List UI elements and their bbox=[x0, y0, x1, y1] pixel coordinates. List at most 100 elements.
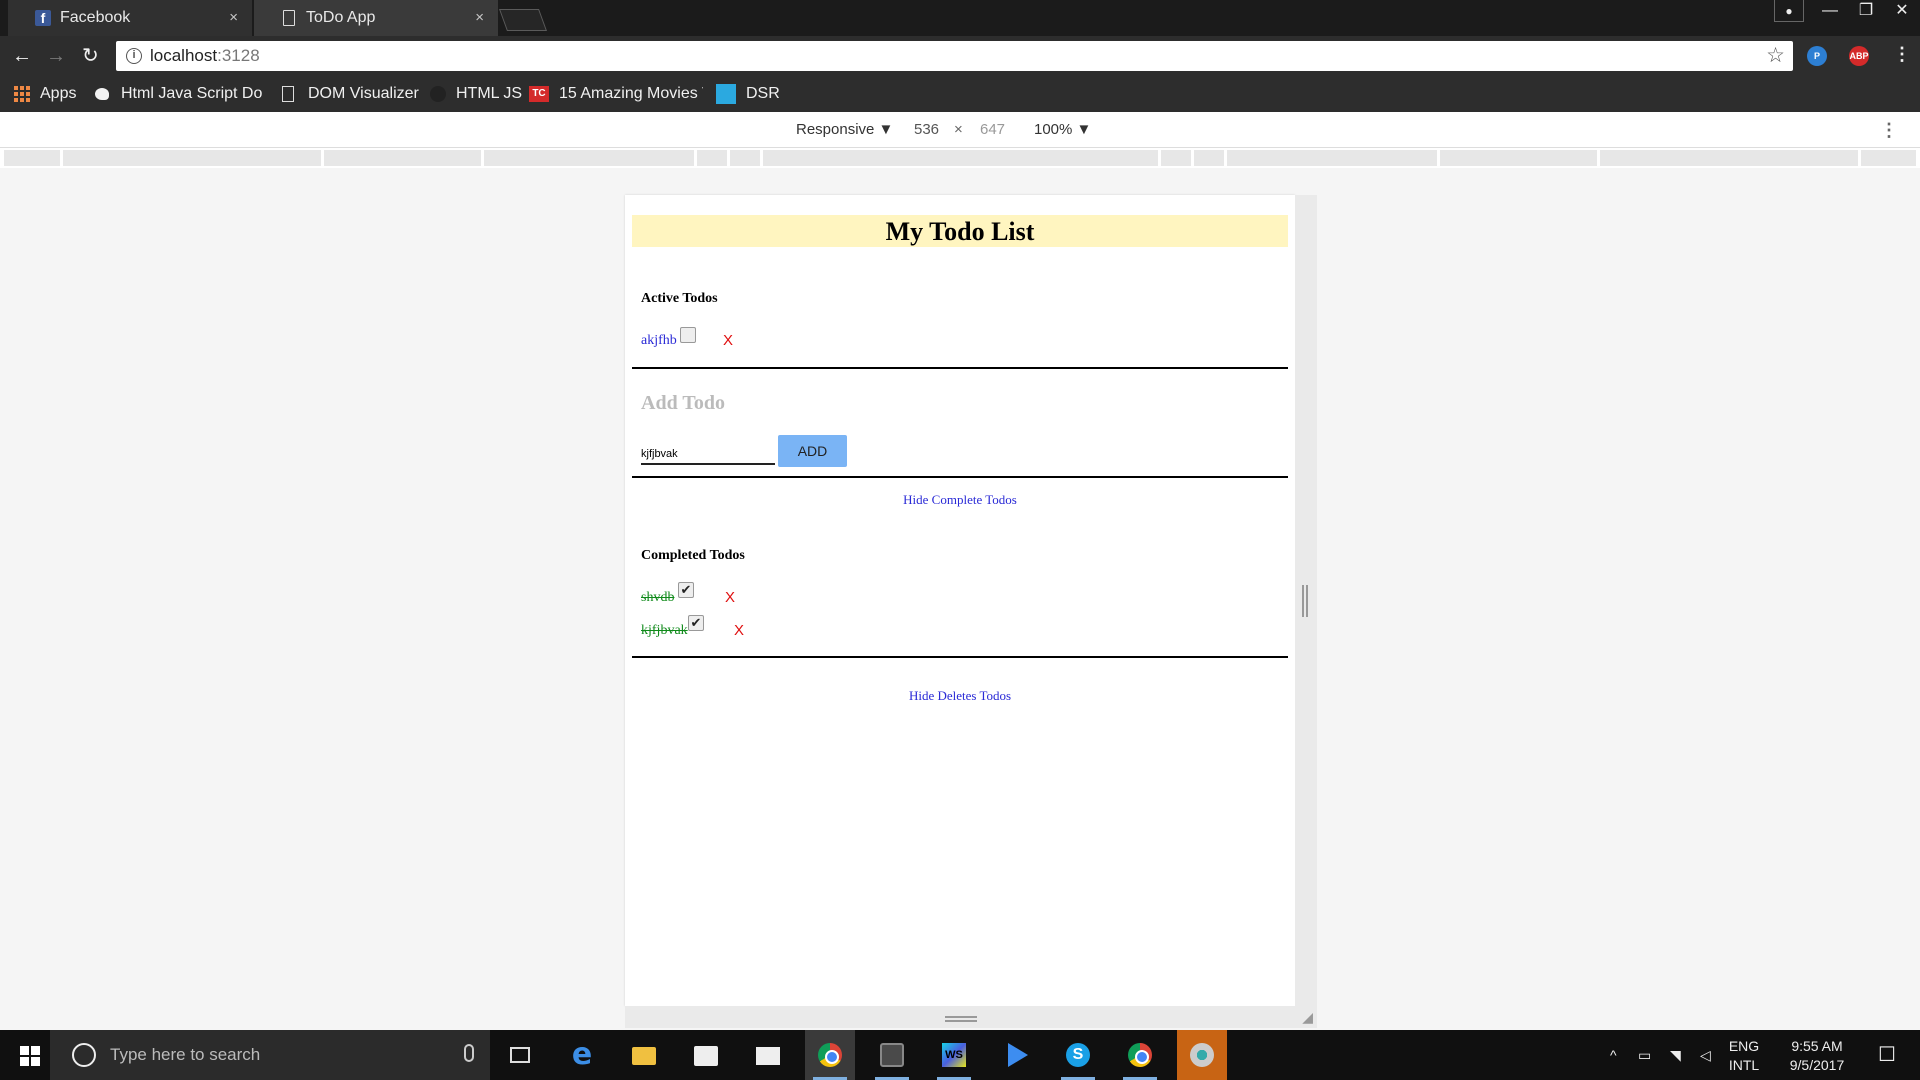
language-indicator[interactable]: ENG INTL bbox=[1722, 1037, 1766, 1075]
zoom-select[interactable]: 100% ▼ bbox=[1034, 112, 1091, 148]
battery-icon[interactable]: ▭ bbox=[1638, 1030, 1651, 1080]
sublime-button[interactable] bbox=[867, 1030, 917, 1080]
profile-icon[interactable]: ● bbox=[1774, 0, 1804, 22]
windows-start-icon[interactable] bbox=[20, 1046, 40, 1066]
task-view-button[interactable] bbox=[495, 1030, 545, 1080]
cortana-icon[interactable] bbox=[72, 1043, 96, 1067]
forward-arrow-icon[interactable]: → bbox=[46, 44, 66, 68]
viewport-resize-right[interactable] bbox=[1295, 195, 1317, 1006]
url-text[interactable]: localhost:3128 bbox=[150, 41, 260, 71]
media-query-segment[interactable] bbox=[730, 150, 760, 166]
add-todo-heading: Add Todo bbox=[641, 392, 725, 414]
todo-text: akjfhb bbox=[641, 333, 677, 348]
bookmark-dom-visualizer[interactable]: DOM Visualizer bbox=[282, 76, 419, 112]
device-toolbar-menu-icon[interactable]: ⋮ bbox=[1880, 112, 1898, 148]
active-todos-heading: Active Todos bbox=[641, 291, 718, 306]
close-window-button[interactable]: ✕ bbox=[1884, 0, 1920, 24]
delete-todo-button[interactable]: X bbox=[723, 331, 733, 351]
tab-todo-app[interactable]: ToDo App × bbox=[254, 0, 498, 36]
restore-button[interactable]: ❐ bbox=[1848, 0, 1884, 24]
dsr-icon bbox=[716, 84, 736, 104]
edge-icon: e bbox=[571, 1037, 593, 1072]
back-arrow-icon[interactable]: ← bbox=[12, 44, 32, 68]
address-bar[interactable]: i localhost:3128 ☆ bbox=[116, 41, 1793, 71]
extension-p-icon[interactable]: P bbox=[1807, 46, 1827, 66]
viewport-resize-bottom[interactable]: ◢ bbox=[625, 1006, 1317, 1028]
media-query-segment[interactable] bbox=[1600, 150, 1858, 166]
skype-button[interactable]: S bbox=[1053, 1030, 1103, 1080]
media-query-segment[interactable] bbox=[63, 150, 321, 166]
resize-handle-icon[interactable] bbox=[1302, 585, 1308, 617]
microphone-icon[interactable] bbox=[464, 1044, 474, 1062]
tab-close-icon[interactable]: × bbox=[475, 0, 484, 36]
tab-strip: f Facebook × ToDo App × ● — ❐ ✕ bbox=[0, 0, 1920, 36]
bookmark-html-js[interactable]: HTML JS bbox=[430, 76, 522, 112]
hide-complete-todos-button[interactable]: Hide Complete Todos bbox=[625, 492, 1295, 508]
info-icon[interactable]: i bbox=[126, 48, 142, 64]
bookmark-movies[interactable]: TC 15 Amazing Movies V bbox=[529, 76, 703, 112]
taskbar-search[interactable]: Type here to search bbox=[50, 1030, 490, 1080]
clock[interactable]: 9:55 AM 9/5/2017 bbox=[1778, 1037, 1856, 1075]
divider bbox=[632, 367, 1288, 369]
media-query-segment[interactable] bbox=[1440, 150, 1597, 166]
delete-todo-button[interactable]: X bbox=[734, 621, 744, 641]
reload-icon[interactable]: ↻ bbox=[82, 44, 99, 68]
bookmark-dsr[interactable]: DSR bbox=[716, 76, 780, 112]
hide-deleted-todos-button[interactable]: Hide Deletes Todos bbox=[625, 688, 1295, 704]
todo-text: kjfjbvak bbox=[641, 623, 688, 638]
todo-checkbox-checked[interactable]: ✔ bbox=[688, 615, 704, 631]
file-explorer-button[interactable] bbox=[619, 1030, 669, 1080]
viewport-height-input[interactable]: 647 bbox=[974, 119, 1011, 141]
volume-icon[interactable]: ◁ bbox=[1700, 1030, 1711, 1080]
wifi-icon[interactable]: ◥ bbox=[1670, 1030, 1681, 1080]
todo-checkbox-checked[interactable]: ✔ bbox=[678, 582, 694, 598]
tray-expand-icon[interactable]: ^ bbox=[1610, 1030, 1617, 1080]
chrome-menu-icon[interactable]: ⋮ bbox=[1893, 44, 1911, 65]
media-query-segment[interactable] bbox=[697, 150, 727, 166]
media-query-segment[interactable] bbox=[324, 150, 481, 166]
bookmark-apps[interactable]: Apps bbox=[14, 76, 76, 112]
resize-corner-icon[interactable]: ◢ bbox=[1302, 1009, 1313, 1026]
github-icon bbox=[430, 86, 446, 102]
mail-button[interactable] bbox=[743, 1030, 793, 1080]
delete-todo-button[interactable]: X bbox=[725, 588, 735, 608]
bookmark-html-docs[interactable]: Html Java Script Docu bbox=[95, 76, 263, 112]
tab-facebook[interactable]: f Facebook × bbox=[8, 0, 252, 36]
bookmark-star-icon[interactable]: ☆ bbox=[1766, 43, 1785, 68]
chrome-icon bbox=[1128, 1043, 1152, 1067]
bookmarks-bar: Apps Html Java Script Docu DOM Visualize… bbox=[0, 76, 1920, 112]
adblock-plus-icon[interactable]: ABP bbox=[1849, 46, 1869, 66]
media-query-segment[interactable] bbox=[763, 150, 1158, 166]
media-query-segment[interactable] bbox=[1194, 150, 1224, 166]
dimension-separator: × bbox=[954, 121, 963, 138]
add-button[interactable]: ADD bbox=[778, 435, 847, 467]
store-button[interactable] bbox=[681, 1030, 731, 1080]
taskbar: Type here to search e WS S ^ ▭ ◥ ◁ ENG I… bbox=[0, 1030, 1920, 1080]
media-query-segment[interactable] bbox=[1861, 150, 1916, 166]
new-tab-button[interactable] bbox=[498, 9, 548, 31]
globe-app-button[interactable] bbox=[1177, 1030, 1227, 1080]
media-query-segment[interactable] bbox=[1161, 150, 1191, 166]
tab-close-icon[interactable]: × bbox=[229, 0, 238, 36]
minimize-button[interactable]: — bbox=[1812, 0, 1848, 24]
emulated-viewport: My Todo List Active Todos akjfhb X Add T… bbox=[625, 195, 1295, 1006]
media-player-button[interactable] bbox=[991, 1030, 1041, 1080]
webstorm-button[interactable]: WS bbox=[929, 1030, 979, 1080]
todo-checkbox[interactable] bbox=[680, 327, 696, 343]
chrome-button[interactable] bbox=[805, 1030, 855, 1080]
clock-date: 9/5/2017 bbox=[1789, 1057, 1845, 1073]
media-query-segment[interactable] bbox=[4, 150, 60, 166]
notification-center-icon[interactable]: ☐ bbox=[1878, 1030, 1896, 1080]
todo-input[interactable] bbox=[641, 445, 775, 465]
viewport-width-input[interactable]: 536 bbox=[908, 119, 945, 141]
active-todo-item: akjfhb X bbox=[641, 327, 733, 351]
edge-button[interactable]: e bbox=[557, 1030, 607, 1080]
media-query-segment[interactable] bbox=[484, 150, 694, 166]
media-query-segment[interactable] bbox=[1227, 150, 1437, 166]
page-title: My Todo List bbox=[632, 215, 1288, 247]
bookmark-label: 15 Amazing Movies V bbox=[559, 85, 703, 102]
device-select[interactable]: Responsive ▼ bbox=[796, 112, 893, 148]
resize-handle-icon[interactable] bbox=[945, 1016, 977, 1022]
chrome-second-button[interactable] bbox=[1115, 1030, 1165, 1080]
globe-icon bbox=[1190, 1043, 1214, 1067]
